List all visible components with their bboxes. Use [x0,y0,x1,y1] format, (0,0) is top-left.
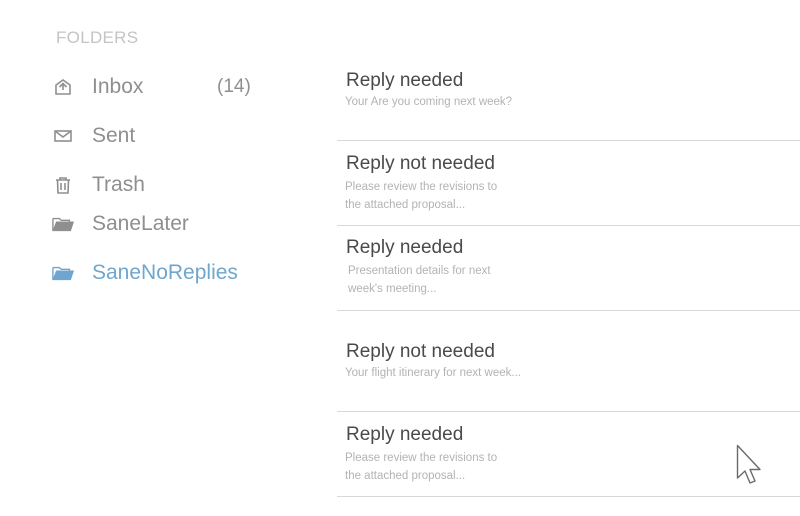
message-row[interactable]: Reply needed Your Are you coming next we… [337,56,800,141]
message-row[interactable]: Reply needed Presentation details for ne… [337,226,800,311]
message-subject: Reply not needed [346,153,495,174]
message-subject: Reply needed [346,70,464,91]
folders-heading: FOLDERS [56,28,139,47]
message-snippet: Your Are you coming next week? [345,96,513,108]
folder-icon [52,262,74,284]
message-snippet: Please review the revisions to the attac… [345,181,498,211]
envelope-icon [52,125,74,147]
folder-inbox-label: Inbox [92,75,144,98]
folder-sanelater-label: SaneLater [92,212,189,235]
inbox-count: (14) [217,76,251,97]
inbox-icon [52,76,74,98]
folder-inbox[interactable]: Inbox (14) [52,72,251,102]
folder-sanenoreplies[interactable]: SaneNoReplies [52,258,238,288]
folder-sanenoreplies-label: SaneNoReplies [92,261,238,284]
message-subject: Reply not needed [346,341,495,362]
message-row[interactable]: Reply not needed Please review the revis… [337,141,800,226]
message-subject: Reply needed [346,237,464,258]
folder-trash-label: Trash [92,173,145,196]
message-subject: Reply needed [346,424,464,445]
message-snippet: Presentation details for next week's mee… [348,265,491,295]
folder-sanelater[interactable]: SaneLater [52,209,189,239]
message-row[interactable]: Reply needed Please review the revisions… [337,412,800,497]
message-snippet: Please review the revisions to the attac… [345,452,498,482]
folder-sent-label: Sent [92,124,136,147]
message-snippet: Your flight itinerary for next week... [345,367,521,379]
trash-icon [52,174,74,196]
folder-icon [52,213,74,235]
mouse-pointer-icon [736,444,764,491]
message-row[interactable]: Reply not needed Your flight itinerary f… [337,311,800,412]
folder-trash[interactable]: Trash [52,170,145,200]
folder-sent[interactable]: Sent [52,121,135,151]
